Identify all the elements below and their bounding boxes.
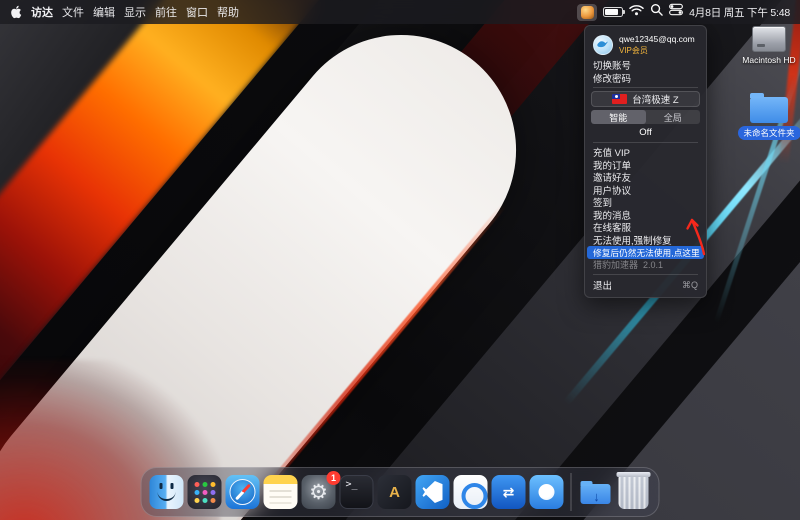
dock-item-light-app[interactable] bbox=[454, 475, 488, 509]
dock-item-vscode[interactable] bbox=[416, 475, 450, 509]
connection-toggle[interactable]: Off bbox=[585, 126, 706, 139]
app-menu-finder[interactable]: 访达 bbox=[31, 4, 53, 20]
server-name: 台湾极速 Z bbox=[632, 92, 678, 106]
account-row[interactable]: qwe12345@qq.com VIP会员 bbox=[585, 31, 706, 59]
menubar-datetime[interactable]: 4月8日 周五 下午 5:48 bbox=[689, 5, 790, 20]
mode-smart[interactable]: 智能 bbox=[591, 110, 646, 124]
separator bbox=[593, 274, 698, 275]
app-version: 猎豹加速器 2.0.1 bbox=[585, 259, 706, 272]
separator bbox=[593, 87, 698, 88]
menu-window[interactable]: 窗口 bbox=[186, 4, 208, 20]
menu-item-my-messages[interactable]: 我的消息 bbox=[585, 209, 706, 222]
menu-item-check-in[interactable]: 签到 bbox=[585, 196, 706, 209]
dock-item-finder[interactable] bbox=[150, 475, 184, 509]
leopard-app-icon bbox=[581, 6, 594, 19]
folder-label: 未命名文件夹 bbox=[738, 126, 800, 140]
vip-badge: VIP会员 bbox=[619, 45, 695, 56]
taiwan-flag-icon bbox=[612, 94, 627, 104]
dock-item-blue-app[interactable] bbox=[530, 475, 564, 509]
separator bbox=[593, 142, 698, 143]
avatar bbox=[593, 35, 613, 55]
menu-help[interactable]: 帮助 bbox=[217, 4, 239, 20]
dock-item-launchpad[interactable] bbox=[188, 475, 222, 509]
dock: ⚙ 1 >_ A ⇄ ↓ bbox=[141, 467, 660, 517]
dock-item-dark-app[interactable]: A bbox=[378, 475, 412, 509]
menu-edit[interactable]: 编辑 bbox=[93, 4, 115, 20]
accelerator-menu-panel: qwe12345@qq.com VIP会员 切换账号 修改密码 台湾极速 Z 智… bbox=[584, 25, 707, 298]
mode-segmented-control: 智能 全局 bbox=[591, 110, 700, 124]
battery-icon[interactable] bbox=[603, 7, 623, 17]
menu-item-user-agreement[interactable]: 用户协议 bbox=[585, 184, 706, 197]
dock-item-downloads[interactable]: ↓ bbox=[579, 475, 613, 509]
wifi-icon[interactable] bbox=[629, 3, 644, 21]
menu-item-change-password[interactable]: 修改密码 bbox=[585, 72, 706, 85]
dock-item-trash[interactable] bbox=[619, 475, 649, 509]
menu-item-quit[interactable]: 退出 ⌘Q bbox=[585, 278, 706, 292]
disk-label: Macintosh HD bbox=[742, 55, 795, 65]
menu-item-recharge-vip[interactable]: 充值 VIP bbox=[585, 146, 706, 159]
account-email: qwe12345@qq.com bbox=[619, 34, 695, 44]
mode-global[interactable]: 全局 bbox=[646, 110, 701, 124]
menu-view[interactable]: 显示 bbox=[124, 4, 146, 20]
menu-go[interactable]: 前往 bbox=[155, 4, 177, 20]
dock-separator bbox=[571, 473, 572, 511]
folder-icon bbox=[750, 97, 788, 123]
menu-bar: 访达 文件 编辑 显示 前往 窗口 帮助 4月8日 周五 下午 5:48 bbox=[0, 0, 800, 24]
menu-file[interactable]: 文件 bbox=[62, 4, 84, 20]
dock-item-notes[interactable] bbox=[264, 475, 298, 509]
desktop-icon-macintosh-hd[interactable]: Macintosh HD bbox=[740, 26, 798, 65]
quit-shortcut: ⌘Q bbox=[682, 280, 698, 291]
download-arrow-icon: ↓ bbox=[581, 483, 613, 509]
notification-badge: 1 bbox=[327, 471, 341, 485]
desktop-icon-untitled-folder[interactable]: 未命名文件夹 bbox=[740, 92, 798, 140]
dock-item-remote-app[interactable]: ⇄ bbox=[492, 475, 526, 509]
server-selector[interactable]: 台湾极速 Z bbox=[591, 91, 700, 107]
control-center-icon[interactable] bbox=[669, 3, 683, 21]
dock-item-safari[interactable] bbox=[226, 475, 260, 509]
menu-item-online-support[interactable]: 在线客服 bbox=[585, 221, 706, 234]
apple-menu-icon[interactable] bbox=[10, 5, 22, 19]
menu-item-my-orders[interactable]: 我的订单 bbox=[585, 159, 706, 172]
desktop: 访达 文件 编辑 显示 前往 窗口 帮助 4月8日 周五 下午 5:48 Mac… bbox=[0, 0, 800, 520]
terminal-prompt-icon: >_ bbox=[346, 479, 358, 490]
hard-drive-icon bbox=[752, 26, 786, 52]
search-icon[interactable] bbox=[650, 3, 663, 21]
menu-item-invite-friends[interactable]: 邀请好友 bbox=[585, 171, 706, 184]
dock-item-terminal[interactable]: >_ bbox=[340, 475, 374, 509]
dock-item-settings[interactable]: ⚙ 1 bbox=[302, 475, 336, 509]
menu-item-switch-account[interactable]: 切换账号 bbox=[585, 59, 706, 72]
menu-item-force-repair[interactable]: 无法使用,强制修复 bbox=[585, 234, 706, 247]
dark-app-glyph: A bbox=[378, 475, 412, 509]
arrows-icon: ⇄ bbox=[492, 475, 526, 509]
accelerator-menubar-icon[interactable] bbox=[577, 4, 597, 21]
menu-item-repair-still-broken[interactable]: 修复后仍然无法使用,点这里 bbox=[587, 246, 704, 259]
